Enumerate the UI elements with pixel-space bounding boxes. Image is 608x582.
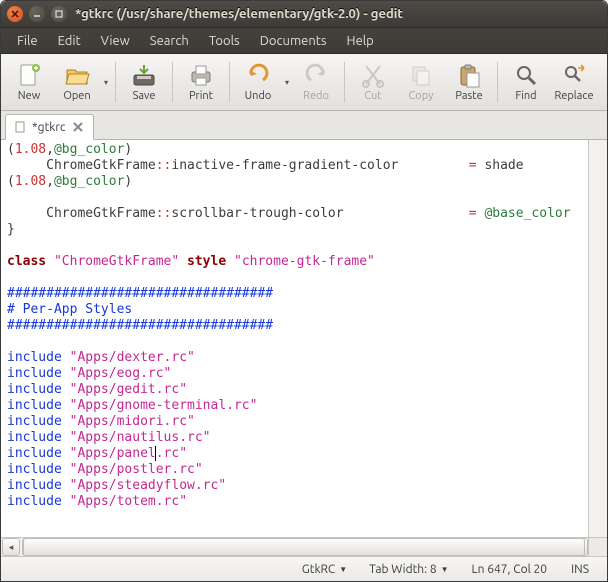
open-button[interactable]: Open	[53, 57, 101, 107]
tab-width-label: Tab Width: 8	[369, 563, 436, 576]
syntax-selector[interactable]: GtkRC ▼	[293, 560, 356, 579]
new-icon	[16, 62, 42, 88]
menu-view[interactable]: View	[91, 31, 140, 51]
separator-icon	[344, 62, 345, 102]
document-icon	[14, 121, 26, 133]
redo-icon	[303, 62, 329, 88]
horizontal-scrollbar[interactable]: ◂ ▸	[1, 537, 589, 556]
replace-label: Replace	[554, 90, 593, 102]
tab-label: *gtkrc	[32, 121, 65, 134]
copy-icon	[408, 62, 434, 88]
undo-label: Undo	[245, 90, 272, 102]
save-icon	[131, 62, 157, 88]
window-controls	[7, 6, 67, 22]
new-label: New	[18, 90, 40, 102]
cut-label: Cut	[364, 90, 381, 102]
tab-bar: *gtkrc	[1, 111, 607, 140]
print-button[interactable]: Print	[177, 57, 225, 107]
insert-mode: INS	[559, 563, 601, 576]
print-icon	[188, 62, 214, 88]
open-label: Open	[63, 90, 90, 102]
paste-label: Paste	[455, 90, 482, 102]
cursor-position: Ln 647, Col 20	[460, 563, 560, 576]
scroll-thumb[interactable]	[23, 538, 585, 556]
separator-icon	[229, 62, 230, 102]
menu-documents[interactable]: Documents	[250, 31, 337, 51]
new-button[interactable]: New	[5, 57, 53, 107]
editor-content[interactable]: (1.08,@bg_color) ChromeGtkFrame::inactiv…	[1, 140, 591, 556]
scroll-corner	[588, 537, 607, 556]
find-button[interactable]: Find	[502, 57, 550, 107]
redo-label: Redo	[303, 90, 329, 102]
find-label: Find	[515, 90, 536, 102]
replace-icon	[561, 62, 587, 88]
maximize-icon[interactable]	[51, 6, 67, 22]
toolbar: New Open ▾ Save Print Undo ▾	[1, 54, 607, 111]
separator-icon	[172, 62, 173, 102]
menu-file[interactable]: File	[7, 31, 48, 51]
titlebar[interactable]: *gtkrc (/usr/share/themes/elementary/gtk…	[1, 1, 607, 28]
copy-button[interactable]: Copy	[397, 57, 445, 107]
window-title: *gtkrc (/usr/share/themes/elementary/gtk…	[75, 7, 601, 21]
undo-icon	[245, 62, 271, 88]
redo-button[interactable]: Redo	[292, 57, 340, 107]
cut-icon	[360, 62, 386, 88]
save-button[interactable]: Save	[120, 57, 168, 107]
vertical-scrollbar[interactable]	[588, 140, 607, 538]
scroll-left-icon[interactable]: ◂	[2, 538, 20, 556]
separator-icon	[115, 62, 116, 102]
cut-button[interactable]: Cut	[349, 57, 397, 107]
tab-current[interactable]: *gtkrc	[5, 114, 94, 140]
menu-tools[interactable]: Tools	[199, 31, 250, 51]
menu-help[interactable]: Help	[337, 31, 384, 51]
tab-width-selector[interactable]: Tab Width: 8 ▼	[360, 560, 457, 579]
scroll-rail[interactable]	[22, 538, 568, 556]
copy-label: Copy	[409, 90, 434, 102]
save-label: Save	[133, 90, 156, 102]
menu-search[interactable]: Search	[140, 31, 199, 51]
statusbar: GtkRC ▼ Tab Width: 8 ▼ Ln 647, Col 20 IN…	[1, 556, 607, 581]
chevron-down-icon: ▼	[441, 565, 449, 574]
undo-button[interactable]: Undo	[234, 57, 282, 107]
editor-area[interactable]: (1.08,@bg_color) ChromeGtkFrame::inactiv…	[1, 140, 607, 556]
chevron-down-icon: ▼	[339, 565, 347, 574]
syntax-label: GtkRC	[302, 563, 335, 576]
app-window: *gtkrc (/usr/share/themes/elementary/gtk…	[0, 0, 608, 582]
menu-edit[interactable]: Edit	[48, 31, 91, 51]
separator-icon	[497, 62, 498, 102]
close-icon[interactable]	[7, 6, 23, 22]
close-tab-icon[interactable]	[71, 120, 85, 134]
menubar: File Edit View Search Tools Documents He…	[1, 28, 607, 54]
paste-button[interactable]: Paste	[445, 57, 493, 107]
undo-dropdown-icon[interactable]: ▾	[282, 78, 292, 87]
open-dropdown-icon[interactable]: ▾	[101, 78, 111, 87]
paste-icon	[456, 62, 482, 88]
open-icon	[64, 62, 90, 88]
print-label: Print	[189, 90, 213, 102]
find-icon	[513, 62, 539, 88]
replace-button[interactable]: Replace	[550, 57, 598, 107]
minimize-icon[interactable]	[29, 6, 45, 22]
